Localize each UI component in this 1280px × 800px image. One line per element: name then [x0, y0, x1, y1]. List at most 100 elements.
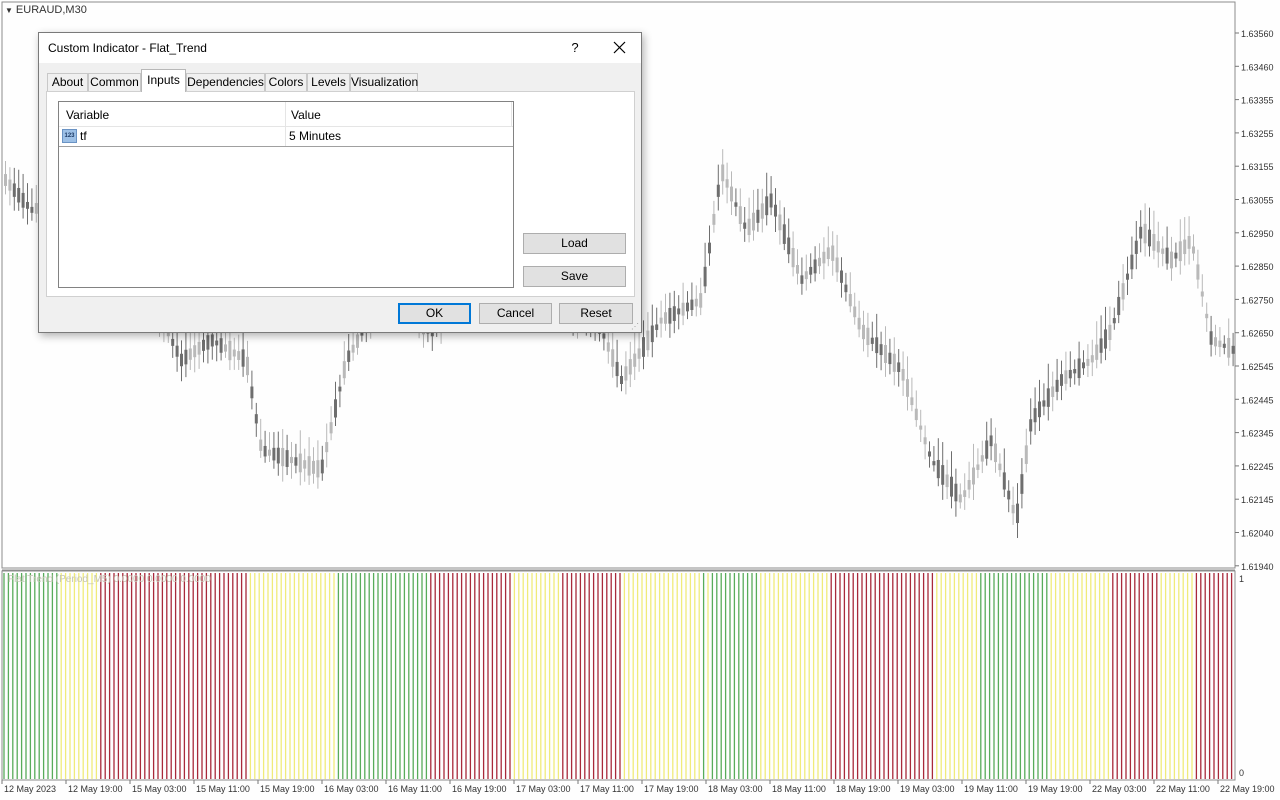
candle-body — [171, 338, 175, 346]
candle-body — [989, 435, 993, 447]
candle-body — [180, 353, 183, 367]
candle-body — [831, 245, 835, 261]
load-button[interactable]: Load — [523, 233, 626, 254]
cancel-button[interactable]: Cancel — [479, 303, 552, 324]
candle-body — [17, 187, 21, 203]
candle-body — [958, 494, 962, 503]
tab-levels[interactable]: Levels — [307, 73, 350, 91]
candle-body — [294, 457, 298, 466]
candle-body — [840, 270, 843, 283]
indicator-axis-label: 0 — [1239, 768, 1244, 778]
candle-body — [1148, 229, 1151, 247]
candle-body — [325, 442, 329, 453]
resize-grip-icon[interactable]: ⋰ — [631, 322, 639, 331]
price-label: 1.62950 — [1241, 229, 1274, 239]
candle-body — [980, 455, 984, 462]
help-icon[interactable]: ? — [567, 40, 583, 56]
candle-body — [712, 213, 716, 225]
column-value-header[interactable]: Value — [291, 108, 321, 122]
candle-body — [8, 179, 12, 191]
column-divider[interactable] — [285, 102, 286, 126]
candle-body — [791, 247, 795, 268]
price-label: 1.62445 — [1241, 395, 1274, 405]
price-label: 1.62650 — [1241, 329, 1274, 339]
dialog-titlebar[interactable]: Custom Indicator - Flat_Trend ? — [39, 33, 641, 63]
table-row[interactable]: 123 tf 5 Minutes — [59, 126, 513, 147]
candle-body — [699, 293, 703, 308]
time-label: 12 May 19:00 — [68, 784, 123, 794]
candle-body — [246, 356, 249, 376]
candle-body — [879, 344, 883, 356]
candle-body — [312, 460, 315, 474]
time-label: 22 May 03:00 — [1092, 784, 1147, 794]
save-button[interactable]: Save — [523, 266, 626, 287]
candle-body — [637, 348, 641, 359]
candle-body — [796, 265, 799, 274]
candle-body — [646, 330, 650, 351]
candle-body — [928, 451, 931, 457]
candle-body — [338, 386, 342, 392]
candle-body — [769, 193, 773, 208]
tab-dependencies[interactable]: Dependencies — [186, 73, 265, 91]
reset-button[interactable]: Reset — [559, 303, 633, 324]
candle-body — [985, 440, 989, 459]
tab-common[interactable]: Common — [88, 73, 141, 91]
symbol-label[interactable]: ▼ EURAUD,M30 — [5, 4, 87, 16]
candle-body — [862, 324, 865, 340]
candle-body — [1130, 254, 1134, 270]
candle-body — [1139, 226, 1143, 239]
candle-body — [320, 459, 324, 474]
indicator-label: Flat Trend (Period_M5) 0.0000 0.0000 0.0… — [8, 574, 211, 585]
candle-body — [193, 345, 197, 358]
column-divider[interactable] — [511, 102, 512, 126]
numeric-type-icon: 123 — [62, 129, 77, 143]
candle-body — [870, 337, 874, 344]
price-label: 1.62345 — [1241, 429, 1274, 439]
candle-body — [1011, 504, 1015, 514]
table-header: Variable Value — [59, 102, 513, 127]
candle-body — [1042, 400, 1046, 407]
price-label: 1.63055 — [1241, 196, 1274, 206]
candle-body — [822, 251, 826, 264]
tab-visualization[interactable]: Visualization — [350, 73, 418, 91]
candle-body — [307, 456, 311, 476]
candle-body — [1099, 338, 1103, 353]
candle-body — [1143, 223, 1147, 244]
candle-body — [743, 222, 747, 229]
candle-body — [1086, 358, 1090, 366]
candle-body — [21, 192, 25, 208]
time-label: 17 May 11:00 — [580, 784, 634, 794]
candle-body — [184, 349, 188, 365]
candle-body — [972, 467, 975, 485]
candle-body — [923, 437, 927, 445]
candle-body — [1007, 490, 1011, 500]
candle-body — [1104, 329, 1107, 349]
column-variable-header[interactable]: Variable — [66, 108, 109, 122]
tab-inputs[interactable]: Inputs — [141, 69, 186, 92]
candle-body — [250, 386, 254, 399]
candle-body — [826, 247, 830, 260]
inputs-table[interactable]: Variable Value 123 tf 5 Minutes — [58, 101, 514, 288]
tab-about[interactable]: About — [47, 73, 88, 91]
candle-body — [747, 218, 751, 236]
candle-body — [1121, 283, 1125, 300]
candle-body — [1108, 324, 1112, 340]
candle-body — [800, 275, 804, 284]
close-icon[interactable] — [607, 38, 631, 58]
candle-body — [919, 425, 923, 430]
ok-button[interactable]: OK — [398, 303, 471, 324]
candle-body — [1038, 401, 1041, 418]
candle-body — [721, 164, 725, 182]
candle-body — [813, 259, 817, 274]
candle-body — [1165, 247, 1169, 264]
variable-value[interactable]: 5 Minutes — [289, 129, 341, 143]
candle-body — [950, 476, 953, 497]
candle-body — [804, 271, 808, 280]
candle-body — [202, 339, 205, 351]
tab-colors[interactable]: Colors — [265, 73, 307, 91]
dropdown-triangle-icon[interactable]: ▼ — [5, 6, 13, 15]
candle-body — [1073, 369, 1077, 374]
candle-body — [738, 206, 742, 225]
candle-body — [1214, 337, 1217, 347]
candle-body — [809, 266, 813, 275]
